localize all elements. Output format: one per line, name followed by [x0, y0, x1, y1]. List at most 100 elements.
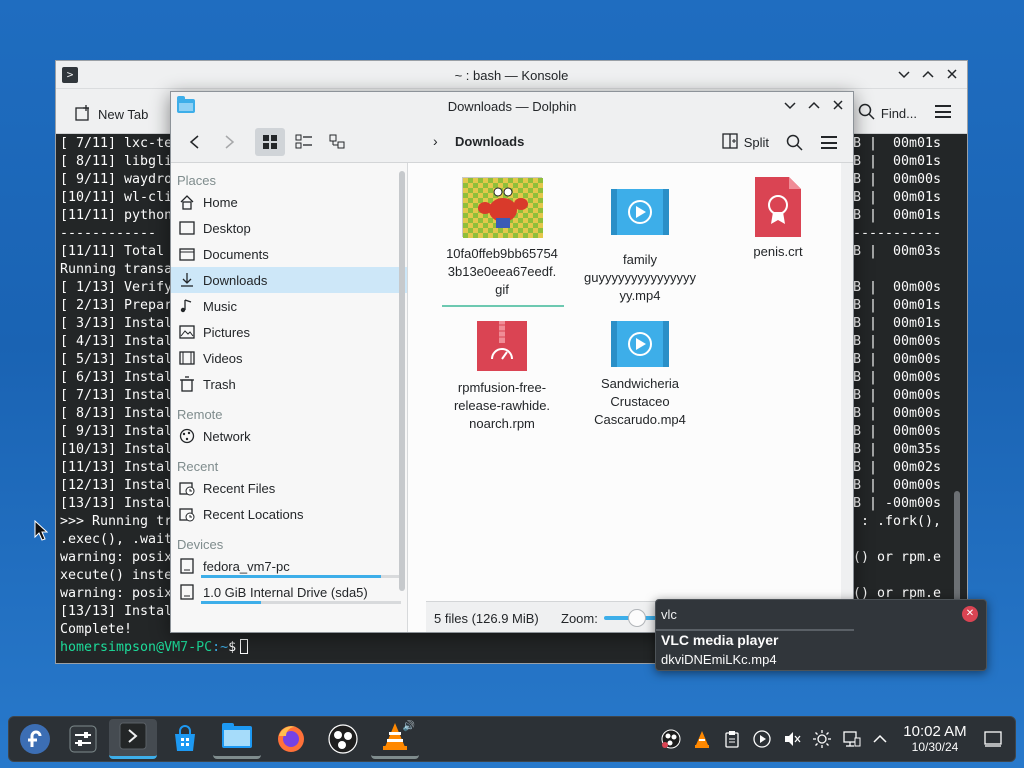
chevron-up-icon[interactable]	[870, 729, 890, 749]
file-name: Sandwicheria Crustaceo Cascarudo.mp4	[594, 376, 686, 427]
sidebar-item-label: Desktop	[203, 220, 251, 236]
archive-file-icon	[477, 321, 527, 371]
mouse-pointer-icon	[34, 519, 49, 545]
minimize-icon[interactable]	[897, 67, 911, 81]
breadcrumb-chevron-icon[interactable]: ›	[433, 133, 438, 149]
sidebar-item-label: Home	[203, 194, 238, 210]
split-label: Split	[743, 135, 769, 150]
terminal-cursor	[240, 639, 249, 654]
network-wired-icon[interactable]	[842, 729, 862, 749]
sidebar-item-recent-files[interactable]: Recent Files	[171, 475, 407, 501]
konsole-titlebar[interactable]: > ~ : bash — Konsole	[56, 61, 967, 89]
sidebar-item-recent-locations[interactable]: Recent Locations	[171, 501, 407, 527]
trash-icon	[179, 376, 195, 392]
forward-arrow-icon[interactable]	[221, 134, 237, 150]
show-desktop-icon[interactable]	[983, 729, 1003, 749]
back-arrow-icon[interactable]	[187, 134, 203, 150]
compact-view-icon[interactable]	[289, 128, 319, 156]
sidebar-item-label: Recent Files	[203, 480, 276, 496]
firefox-icon[interactable]	[267, 719, 315, 759]
notification-app-name: vlc	[661, 607, 677, 622]
sidebar-item-label: Pictures	[203, 324, 250, 340]
dolphin-toolbar: › Downloads Split	[171, 121, 853, 163]
clipboard-icon[interactable]	[722, 729, 742, 749]
breadcrumb[interactable]: Downloads	[455, 134, 524, 149]
zoom-slider-handle[interactable]	[628, 609, 646, 627]
taskbar-konsole[interactable]	[109, 719, 157, 759]
details-view-icon[interactable]	[323, 128, 353, 156]
file-item-certificate[interactable]: penis.crt	[716, 177, 840, 261]
video-file-icon	[611, 321, 669, 367]
icons-view-icon[interactable]	[255, 128, 285, 156]
discover-store-icon[interactable]	[161, 719, 209, 759]
taskbar-dolphin[interactable]	[213, 719, 261, 759]
network-icon	[179, 428, 195, 444]
media-player-icon[interactable]	[752, 729, 772, 749]
sidebar-item-desktop[interactable]: Desktop	[171, 215, 407, 241]
close-icon[interactable]	[945, 67, 959, 81]
device-usage-bar	[201, 575, 401, 578]
clock[interactable]: 10:02 AM 10/30/24	[899, 723, 971, 754]
file-item-rpm[interactable]: rpmfusion-free- release-rawhide. noarch.…	[440, 321, 564, 433]
notification-body: dkviDNEmiLKc.mp4	[661, 652, 777, 667]
file-item-video[interactable]: family guyyyyyyyyyyyyyyy yy.mp4	[578, 177, 702, 305]
sidebar-item-music[interactable]: Music	[171, 293, 407, 319]
file-item-gif[interactable]: 10fa0ffeb9bb65754 3b13e0eea67eedf. gif	[440, 177, 564, 307]
folder-icon	[221, 722, 253, 753]
konsole-title: ~ : bash — Konsole	[454, 68, 569, 83]
dolphin-window[interactable]: Downloads — Dolphin › Downloads Split Pl…	[170, 91, 854, 633]
device-usage-bar	[201, 601, 401, 604]
sidebar-item-device-sda5[interactable]: 1.0 GiB Internal Drive (sda5)	[171, 579, 407, 605]
sidebar-item-videos[interactable]: Videos	[171, 345, 407, 371]
devices-section-label: Devices	[177, 537, 224, 552]
minimize-icon[interactable]	[783, 98, 797, 112]
search-icon[interactable]	[786, 134, 803, 154]
drive-icon	[179, 558, 195, 574]
split-button[interactable]: Split	[722, 133, 769, 152]
sidebar-item-network[interactable]: Network	[171, 423, 407, 449]
system-settings-icon[interactable]	[59, 719, 107, 759]
hamburger-menu-icon[interactable]	[821, 136, 837, 149]
konsole-icon	[119, 722, 147, 753]
places-section-label: Places	[177, 173, 217, 188]
obs-tray-icon[interactable]	[661, 729, 681, 749]
new-tab-button[interactable]: New Tab	[74, 104, 148, 125]
sidebar-item-home[interactable]: Home	[171, 189, 407, 215]
file-name: penis.crt	[753, 244, 803, 259]
fedora-launcher-icon[interactable]	[11, 719, 59, 759]
sidebar-item-downloads[interactable]: Downloads	[171, 267, 407, 293]
vlc-tray-icon[interactable]	[692, 729, 712, 749]
audio-playing-icon: 🔊	[402, 721, 415, 732]
notification-timeout-bar	[656, 629, 854, 631]
find-button[interactable]: Find...	[858, 103, 917, 123]
obs-studio-icon[interactable]	[319, 719, 367, 759]
file-item-video[interactable]: Sandwicheria Crustaceo Cascarudo.mp4	[578, 321, 702, 429]
volume-muted-icon[interactable]	[782, 729, 802, 749]
sidebar-item-pictures[interactable]: Pictures	[171, 319, 407, 345]
file-view[interactable]: 10fa0ffeb9bb65754 3b13e0eea67eedf. gif f…	[428, 163, 853, 601]
maximize-icon[interactable]	[807, 98, 821, 112]
close-icon[interactable]: ✕	[962, 606, 978, 622]
close-icon[interactable]	[831, 98, 845, 112]
prompt-cwd: :~	[212, 640, 229, 655]
file-view-scrollbar[interactable]	[841, 163, 853, 601]
sidebar-item-label: 1.0 GiB Internal Drive (sda5)	[203, 584, 368, 600]
file-name: family guyyyyyyyyyyyyyyy yy.mp4	[584, 252, 696, 303]
video-file-icon	[611, 189, 669, 235]
certificate-file-icon	[755, 177, 801, 237]
sidebar-item-documents[interactable]: Documents	[171, 241, 407, 267]
drive-icon	[179, 584, 195, 600]
sidebar-item-device-root[interactable]: fedora_vm7-pc	[171, 553, 407, 579]
find-label: Find...	[880, 105, 917, 121]
documents-icon	[179, 246, 195, 262]
vlc-notification[interactable]: vlc ✕ VLC media player dkviDNEmiLKc.mp4	[655, 599, 987, 671]
brightness-icon[interactable]	[812, 729, 832, 749]
hamburger-menu-icon[interactable]	[935, 105, 951, 118]
sidebar-item-trash[interactable]: Trash	[171, 371, 407, 397]
taskbar-vlc[interactable]: 🔊	[371, 719, 419, 759]
places-scrollbar[interactable]	[399, 171, 405, 591]
maximize-icon[interactable]	[921, 67, 935, 81]
dolphin-titlebar[interactable]: Downloads — Dolphin	[171, 92, 853, 121]
status-text: 5 files (126.9 MiB)	[434, 611, 539, 626]
recent-locations-icon	[179, 506, 195, 522]
